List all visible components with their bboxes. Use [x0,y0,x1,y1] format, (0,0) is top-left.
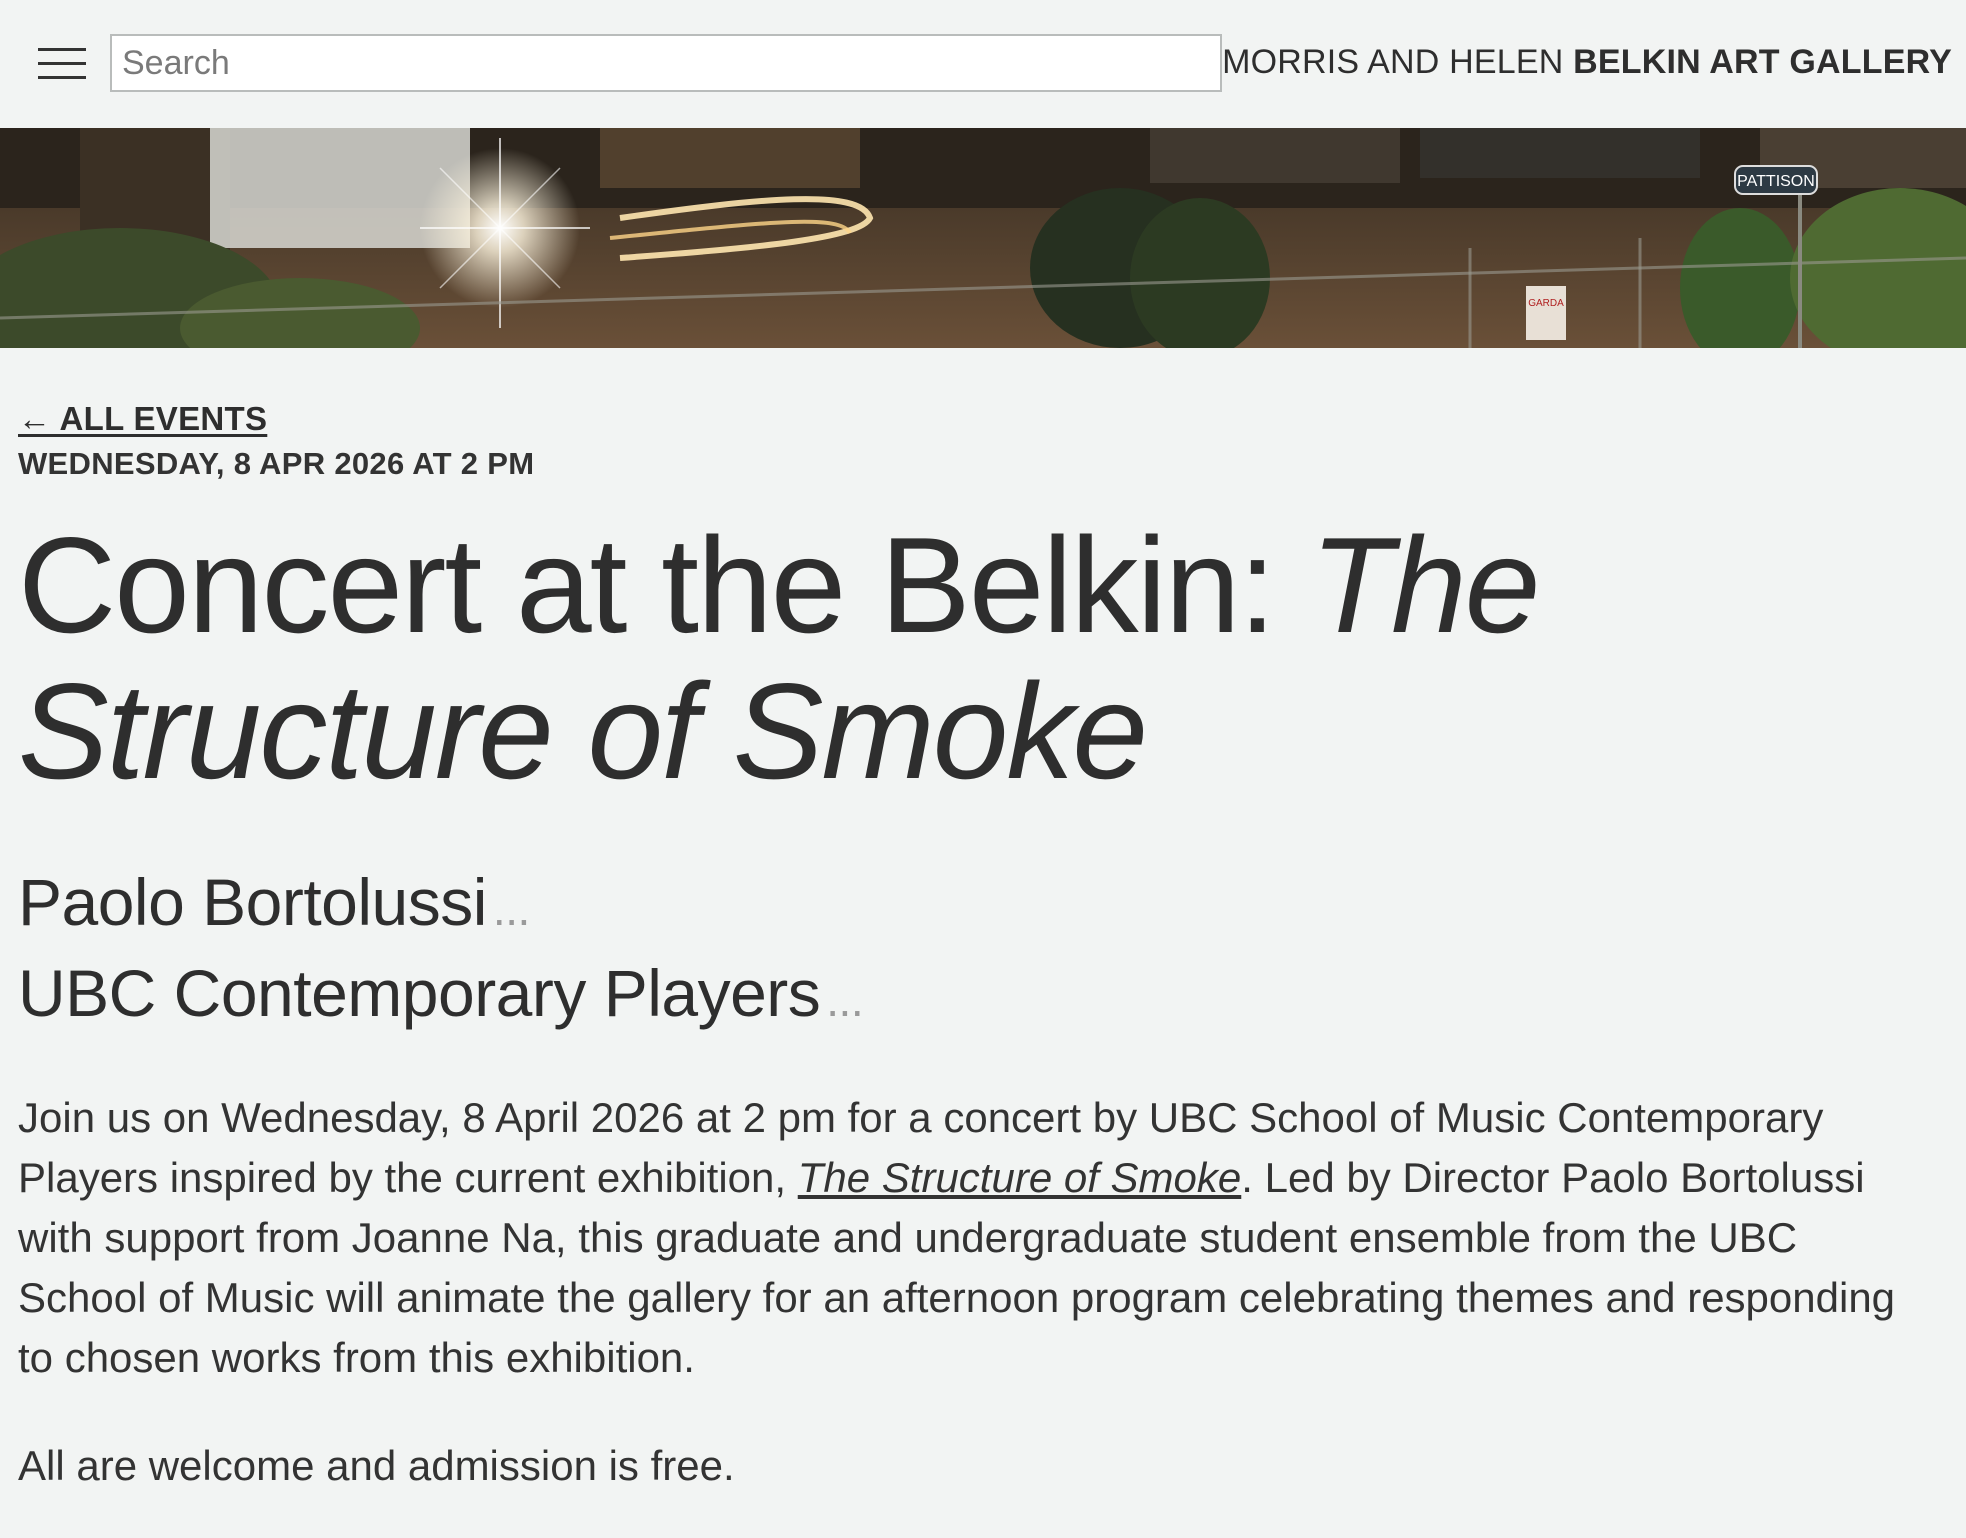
brand-name: BELKIN ART GALLERY [1573,43,1952,81]
event-title: Concert at the Belkin: The Structure of … [18,512,1918,804]
banner-image: PATTISON GARDA [0,128,1966,348]
event-date: WEDNESDAY, 8 APR 2026 AT 2 PM [18,446,535,481]
title-plain: Concert at the Belkin: [18,509,1311,661]
participant-paolo: Paolo Bortolussi... [18,860,1918,951]
participant-more-button[interactable]: ... [826,974,863,1026]
site-header: MORRIS AND HELEN BELKIN ART GALLERY [0,0,1966,128]
gallery-logo[interactable]: MORRIS AND HELEN BELKIN ART GALLERY [1222,43,1952,82]
participants-list: Paolo Bortolussi... UBC Contemporary Pla… [18,860,1918,1042]
admission-note: All are welcome and admission is free. [18,1442,735,1489]
security-sign: GARDA [1528,298,1564,309]
event-description: Join us on Wednesday, 8 April 2026 at 2 … [18,1088,1898,1388]
brand-prefix: MORRIS AND HELEN [1222,43,1574,81]
participant-name: UBC Contemporary Players [18,956,821,1030]
all-events-link[interactable]: ← ALL EVENTS [18,400,267,438]
search-input[interactable] [110,34,1222,92]
event-content: ← ALL EVENTS WEDNESDAY, 8 APR 2026 AT 2 … [18,400,1918,1538]
hamburger-menu-icon[interactable] [38,44,86,82]
exhibition-link[interactable]: The Structure of Smoke [798,1154,1242,1201]
street-sign: PATTISON [1737,173,1815,190]
participant-more-button[interactable]: ... [493,883,530,935]
participant-name: Paolo Bortolussi [18,865,487,939]
participant-ubc-players: UBC Contemporary Players... [18,951,1918,1042]
